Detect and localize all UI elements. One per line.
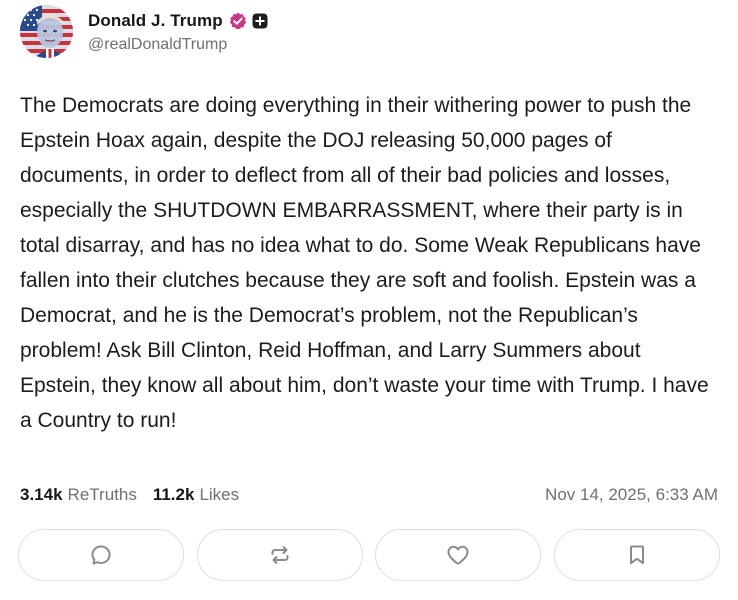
bookmark-icon [625, 543, 649, 567]
retruths-label: ReTruths [67, 485, 137, 504]
author-display-name[interactable]: Donald J. Trump [88, 11, 223, 31]
likes-label: Likes [199, 485, 240, 504]
retruths-count: 3.14k [20, 485, 63, 504]
author-handle[interactable]: @realDonaldTrump [88, 36, 268, 54]
retruth-icon [268, 543, 292, 567]
retruth-button[interactable] [196, 529, 363, 581]
post-card: Donald J. Trump @realDonaldTrump The Dem… [0, 0, 738, 600]
action-bar [18, 529, 720, 583]
name-row: Donald J. Trump [88, 9, 268, 33]
author-info: Donald J. Trump @realDonaldTrump [88, 9, 268, 54]
plus-badge-icon [252, 13, 268, 29]
avatar-image [20, 4, 73, 58]
like-button[interactable] [375, 529, 542, 581]
verified-badge-icon [229, 12, 247, 30]
reply-button[interactable] [18, 529, 184, 581]
bookmark-button[interactable] [553, 529, 720, 581]
post-header: Donald J. Trump @realDonaldTrump [20, 4, 268, 58]
retruths-stat[interactable]: 3.14k ReTruths [20, 485, 137, 505]
avatar[interactable] [20, 4, 73, 58]
likes-count: 11.2k [152, 485, 195, 504]
post-stats: 3.14k ReTruths 11.2k Likes [20, 482, 239, 508]
like-icon [445, 543, 471, 567]
reply-icon [89, 543, 113, 567]
likes-stat[interactable]: 11.2k Likes [153, 485, 239, 505]
post-text: The Democrats are doing everything in th… [20, 94, 709, 432]
post-timestamp[interactable]: Nov 14, 2025, 6:33 AM [545, 482, 718, 508]
